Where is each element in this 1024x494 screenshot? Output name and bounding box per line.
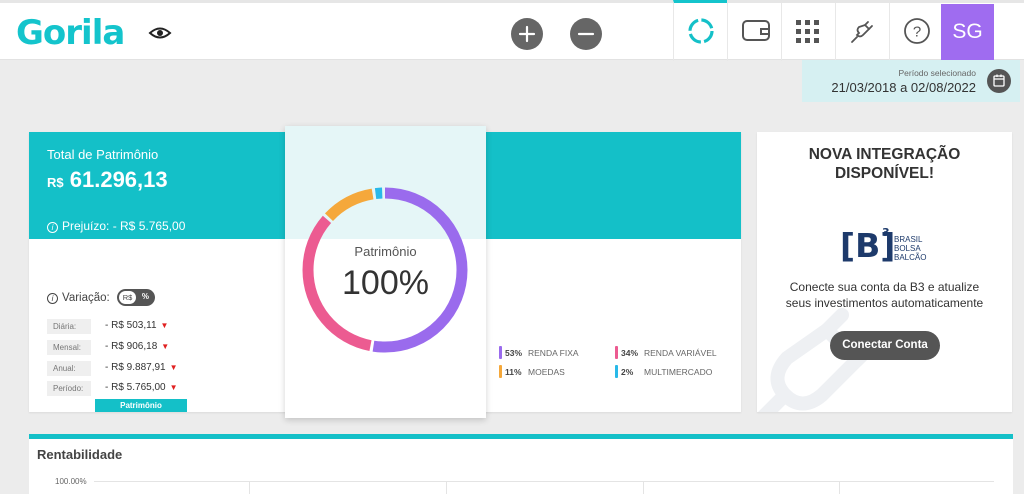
legend-percent: 53% xyxy=(505,348,523,358)
rentabilidade-card: Rentabilidade 100.00% xyxy=(29,434,1013,494)
legend-name: RENDA FIXA xyxy=(528,348,579,358)
integration-title-line: NOVA INTEGRAÇÃO xyxy=(808,146,961,163)
toggle-currency[interactable]: R$ xyxy=(119,291,136,304)
user-avatar[interactable]: SG xyxy=(941,4,994,60)
legend-swatch xyxy=(499,346,502,359)
grid-line xyxy=(94,481,994,482)
legend-percent: 11% xyxy=(505,367,522,377)
loss-text: Prejuízo: - R$ 5.765,00 xyxy=(62,219,186,233)
variation-label: Diária: xyxy=(47,319,91,334)
plus-button[interactable] xyxy=(511,18,543,50)
donut-center-value: 100% xyxy=(342,264,429,302)
legend-swatch xyxy=(499,365,502,378)
tab-integrations[interactable] xyxy=(835,3,889,61)
info-icon[interactable]: i xyxy=(47,222,58,233)
calendar-icon xyxy=(993,74,1005,87)
donut-icon xyxy=(688,18,714,44)
y-axis-tick: 100.00% xyxy=(55,477,87,486)
calendar-button[interactable] xyxy=(987,69,1011,93)
minus-icon xyxy=(577,32,595,36)
b3-logo: [B] 3 BRASIL BOLSA BALCÃO xyxy=(840,226,926,264)
plug-icon xyxy=(851,21,873,43)
legend-swatch xyxy=(615,346,618,359)
variation-value: - R$ 503,11 ▼ xyxy=(105,320,168,331)
legend-percent: 34% xyxy=(621,348,639,358)
svg-text:?: ? xyxy=(913,24,921,41)
integration-description: Conecte sua conta da B3 e atualize seus … xyxy=(767,279,1002,311)
variacao-text: Variação: xyxy=(62,292,110,304)
variation-amount: - R$ 906,18 xyxy=(105,341,158,352)
grid-line xyxy=(643,482,644,494)
tab-apps[interactable] xyxy=(781,3,835,61)
wallet-icon xyxy=(742,20,770,41)
legend-percent: 2% xyxy=(621,367,634,377)
svg-text:BRASIL: BRASIL xyxy=(894,235,923,244)
top-bar: Gorila ? SG xyxy=(0,0,1024,61)
plus-icon xyxy=(518,25,536,43)
help-icon: ? xyxy=(904,18,930,44)
currency-percent-toggle[interactable]: R$ % xyxy=(117,289,155,306)
svg-text:BOLSA: BOLSA xyxy=(894,244,921,253)
variation-amount: - R$ 9.887,91 xyxy=(105,362,166,373)
variacao-label: i Variação: xyxy=(47,292,110,304)
minus-button[interactable] xyxy=(570,18,602,50)
down-arrow-icon: ▼ xyxy=(169,363,178,372)
toggle-percent[interactable]: % xyxy=(142,292,149,301)
tab-help[interactable]: ? xyxy=(889,3,943,61)
integration-title: NOVA INTEGRAÇÃO DISPONÍVEL! xyxy=(757,145,1012,183)
gorila-logo[interactable]: Gorila xyxy=(16,13,125,53)
donut-center-label: Patrimônio xyxy=(354,244,417,259)
patrimonio-value: R$ 61.296,13 xyxy=(47,167,168,193)
period-selector[interactable]: Período selecionado 21/03/2018 a 02/08/2… xyxy=(802,60,1020,102)
allocation-donut-card: Patrimônio 100% xyxy=(285,126,486,418)
variation-value: - R$ 9.887,91 ▼ xyxy=(105,362,178,373)
grid-line xyxy=(446,482,447,494)
tab-wallet[interactable] xyxy=(727,3,781,61)
down-arrow-icon: ▼ xyxy=(169,383,178,392)
down-arrow-icon: ▼ xyxy=(161,342,170,351)
period-value: 21/03/2018 a 02/08/2022 xyxy=(831,80,976,95)
period-label: Período selecionado xyxy=(898,68,976,78)
legend-name: RENDA VARIÁVEL xyxy=(644,348,717,358)
grid-line xyxy=(839,482,840,494)
currency-symbol: R$ xyxy=(47,175,64,190)
svg-text:BALCÃO: BALCÃO xyxy=(894,253,926,262)
integration-description-line: seus investimentos automaticamente xyxy=(785,296,984,310)
patrimonio-title: Total de Patrimônio xyxy=(47,147,159,162)
variation-value: - R$ 906,18 ▼ xyxy=(105,341,169,352)
variation-amount: - R$ 5.765,00 xyxy=(105,382,166,393)
connect-account-button[interactable]: Conectar Conta xyxy=(830,331,940,360)
variation-label: Período: xyxy=(47,381,91,396)
integration-title-line: DISPONÍVEL! xyxy=(834,165,935,182)
integration-card: NOVA INTEGRAÇÃO DISPONÍVEL! [B] 3 BRASIL… xyxy=(757,132,1012,412)
info-icon[interactable]: i xyxy=(47,293,58,304)
tab-portfolio[interactable] xyxy=(673,0,727,61)
variation-amount: - R$ 503,11 xyxy=(105,320,157,331)
variation-label: Anual: xyxy=(47,361,91,376)
integration-description-line: Conecte sua conta da B3 e atualize xyxy=(789,280,980,294)
patrimonio-amount: 61.296,13 xyxy=(69,167,168,192)
variation-value: - R$ 5.765,00 ▼ xyxy=(105,382,178,393)
legend-name: MULTIMERCADO xyxy=(644,367,713,377)
loss-info: i Prejuízo: - R$ 5.765,00 xyxy=(47,219,185,233)
eye-icon[interactable] xyxy=(148,25,172,41)
legend-name: MOEDAS xyxy=(528,367,565,377)
down-arrow-icon: ▼ xyxy=(160,321,169,330)
svg-text:3: 3 xyxy=(882,226,890,239)
variation-label: Mensal: xyxy=(47,340,91,355)
legend-swatch xyxy=(615,365,618,378)
patrimonio-tab[interactable]: Patrimônio xyxy=(95,399,187,412)
grid-line xyxy=(249,482,250,494)
rentabilidade-title: Rentabilidade xyxy=(37,447,123,462)
grid-icon xyxy=(796,20,819,43)
